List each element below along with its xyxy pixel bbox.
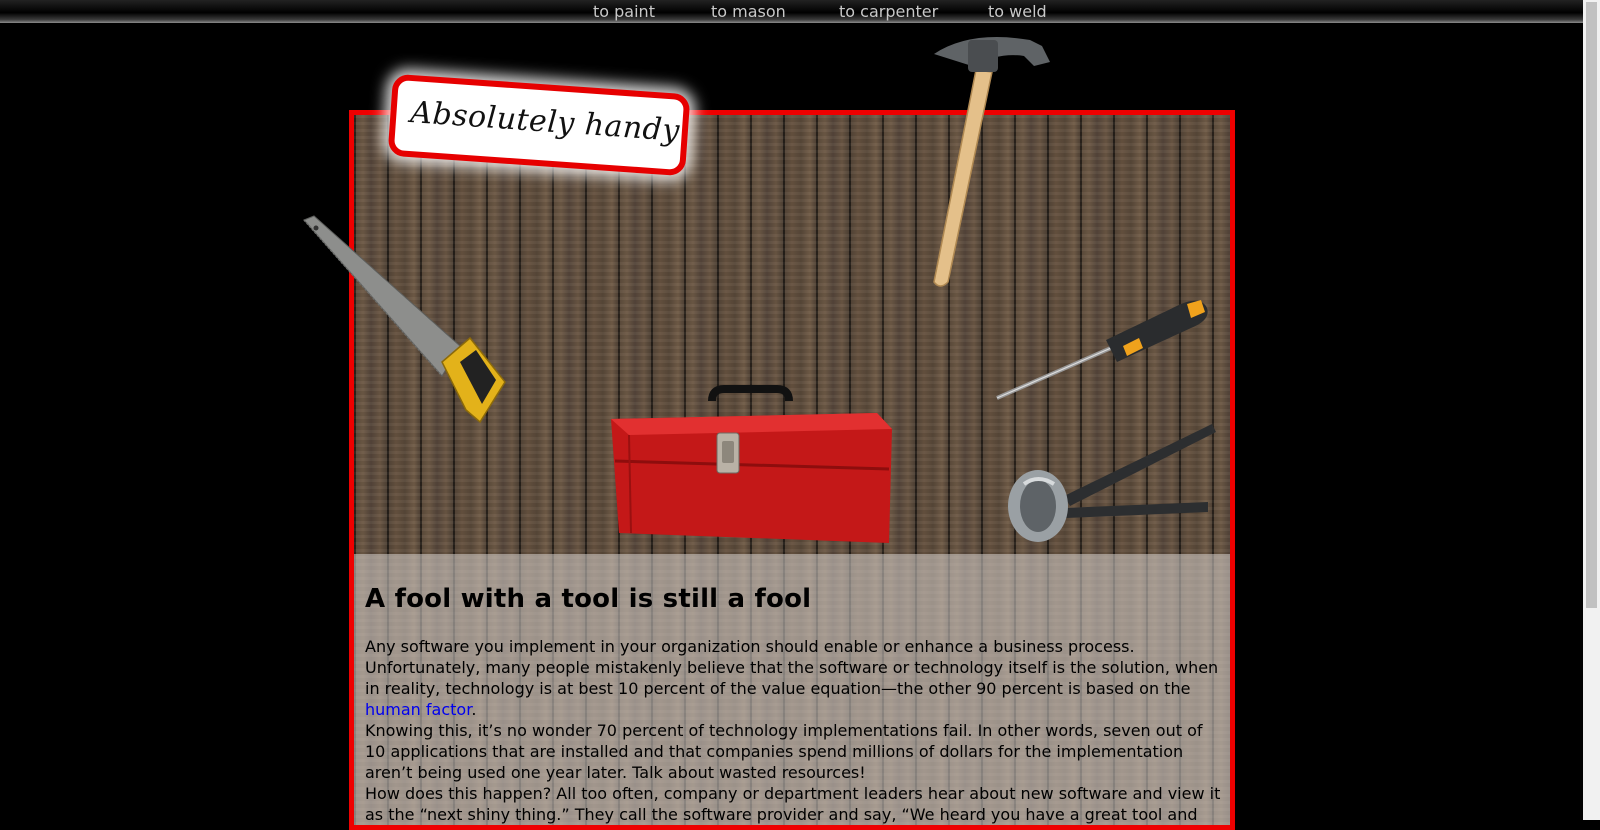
paragraph-1-end: . [471,700,477,719]
article-section: A fool with a tool is still a fool Any s… [354,554,1230,825]
paragraph-1: Any software you implement in your organ… [365,636,1221,720]
paragraph-3: How does this happen? All too often, com… [365,784,1221,824]
screwdriver-icon [996,300,1208,400]
article-heading: A fool with a tool is still a fool [365,584,812,614]
nav-link-paint[interactable]: to paint [593,2,655,21]
nav-link-carpenter[interactable]: to carpenter [839,2,938,21]
vertical-scrollbar[interactable] [1583,0,1600,820]
pliers-icon [1008,424,1216,542]
scrollbar-thumb[interactable] [1586,2,1597,608]
logo-text: Absolutely handy [409,95,681,149]
hammer-icon [933,37,1050,287]
nav-link-weld[interactable]: to weld [988,2,1047,21]
human-factor-link[interactable]: human factor [365,700,471,719]
nav-link-mason[interactable]: to mason [711,2,786,21]
top-nav: to paint to mason to carpenter to weld [0,0,1587,23]
saw-icon [303,215,506,424]
paragraph-1-text: Any software you implement in your organ… [365,637,1219,698]
toolbox-icon [611,385,892,543]
paragraph-2: Knowing this, it’s no wonder 70 percent … [365,721,1203,782]
